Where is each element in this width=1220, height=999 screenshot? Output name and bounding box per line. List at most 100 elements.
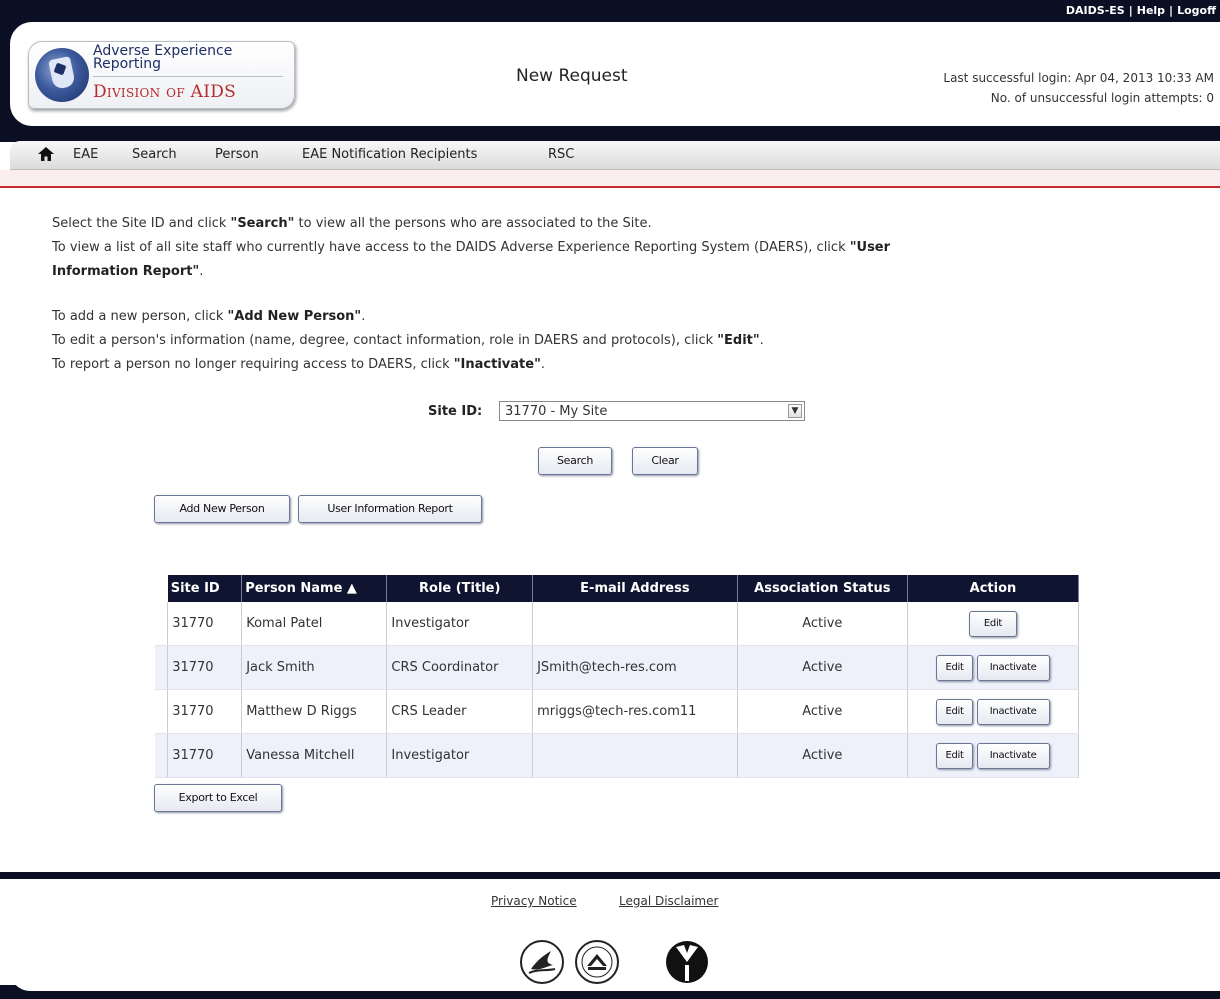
chevron-down-icon[interactable]: ▼ [788, 404, 802, 418]
cell-status: Active [737, 645, 908, 690]
daids-es-link[interactable]: DAIDS-ES [1066, 4, 1125, 17]
inactivate-button[interactable]: Inactivate [976, 654, 1050, 681]
instruction-text: . [361, 309, 366, 324]
edit-button[interactable]: Edit [936, 654, 973, 681]
page-title: New Request [516, 66, 628, 86]
cell-email [532, 733, 738, 778]
hhs-seal-icon[interactable] [519, 939, 565, 985]
instruction-edit: To edit a person's information (name, de… [52, 331, 764, 350]
separator: | [1128, 4, 1133, 17]
col-association-status[interactable]: Association Status [737, 575, 908, 602]
footer-divider [0, 872, 1220, 879]
cell-site-id: 31770 [167, 689, 243, 734]
instruction-inactivate: To report a person no longer requiring a… [52, 355, 545, 374]
instruction-keyword: "Search" [230, 216, 295, 231]
site-id-select[interactable]: 31770 - My Site ▼ [499, 401, 805, 421]
user-information-report-button[interactable]: User Information Report [298, 495, 482, 523]
instruction-text: To report a person no longer requiring a… [52, 357, 454, 372]
home-icon[interactable] [38, 147, 54, 161]
privacy-notice-link[interactable]: Privacy Notice [491, 894, 577, 908]
failed-attempts-text: No. of unsuccessful login attempts: 0 [990, 91, 1214, 105]
instruction-user-report: To view a list of all site staff who cur… [52, 238, 890, 257]
cell-email: JSmith@tech-res.com [532, 645, 738, 690]
cell-actions: Edit Inactivate [907, 733, 1080, 778]
nih-seal-icon[interactable] [574, 939, 620, 985]
table-row: 31770 Jack Smith CRS Coordinator JSmith@… [155, 645, 1080, 690]
instruction-keyword: "Add New Person" [227, 309, 362, 324]
cell-status: Active [737, 689, 908, 734]
export-to-excel-button[interactable]: Export to Excel [154, 784, 282, 812]
logo-title-line2: Reporting [93, 56, 162, 72]
nav-item-eae-notification-recipients[interactable]: EAE Notification Recipients [302, 147, 477, 162]
edit-button[interactable]: Edit [968, 610, 1018, 637]
nav-item-rsc[interactable]: RSC [548, 147, 574, 162]
cell-role: CRS Leader [386, 689, 534, 734]
instruction-text: To view a list of all site staff who cur… [52, 240, 850, 255]
cell-actions: Edit Inactivate [907, 689, 1080, 734]
clear-button[interactable]: Clear [632, 447, 698, 475]
logo-org-name: Division of AIDS [93, 82, 237, 102]
site-id-label: Site ID: [428, 404, 483, 419]
table-row: 31770 Matthew D Riggs CRS Leader mriggs@… [155, 689, 1080, 734]
cell-person-name: Komal Patel [241, 602, 388, 646]
col-role[interactable]: Role (Title) [386, 575, 534, 602]
instruction-keyword: "Edit" [717, 333, 760, 348]
instruction-search: Select the Site ID and click "Search" to… [52, 214, 652, 233]
nav-item-search[interactable]: Search [132, 147, 177, 162]
row-spacer [155, 733, 169, 778]
cell-role: Investigator [386, 602, 534, 646]
inactivate-button[interactable]: Inactivate [976, 742, 1050, 769]
row-spacer [155, 689, 169, 734]
instruction-text: . [759, 333, 764, 348]
last-login-text: Last successful login: Apr 04, 2013 10:3… [943, 71, 1214, 85]
main-nav: EAE Search Person EAE Notification Recip… [10, 141, 1220, 170]
instruction-user-report-cont: Information Report". [52, 262, 203, 281]
header-spacer [155, 575, 168, 602]
table-header-row: Site ID Person Name ▲ Role (Title) E-mai… [155, 575, 1080, 602]
col-person-name[interactable]: Person Name ▲ [241, 575, 388, 602]
table-row: 31770 Vanessa Mitchell Investigator Acti… [155, 733, 1080, 778]
logo-emblem-icon [35, 48, 89, 102]
col-site-id[interactable]: Site ID [167, 575, 243, 602]
persons-table: Site ID Person Name ▲ Role (Title) E-mai… [155, 575, 1080, 778]
cell-person-name: Matthew D Riggs [241, 689, 388, 734]
cell-role: CRS Coordinator [386, 645, 534, 690]
cell-role: Investigator [386, 733, 534, 778]
instruction-text: Select the Site ID and click [52, 216, 231, 231]
logo-divider [93, 76, 283, 77]
logoff-link[interactable]: Logoff [1177, 4, 1216, 17]
cell-email [532, 602, 738, 646]
red-divider [0, 186, 1220, 188]
search-button[interactable]: Search [538, 447, 612, 475]
cell-actions: Edit Inactivate [907, 645, 1080, 690]
instruction-keyword: "Inactivate" [453, 357, 541, 372]
cell-site-id: 31770 [167, 733, 243, 778]
instruction-text: . [540, 357, 545, 372]
nav-item-person[interactable]: Person [215, 147, 259, 162]
edit-button[interactable]: Edit [936, 698, 973, 725]
niaid-logo-icon[interactable] [664, 939, 710, 985]
instruction-text: to view all the persons who are associat… [294, 216, 652, 231]
login-info: Last successful login: Apr 04, 2013 10:3… [943, 68, 1214, 108]
edit-button[interactable]: Edit [936, 742, 973, 769]
cell-actions: Edit [907, 602, 1080, 646]
nav-underband [0, 170, 1220, 186]
separator: | [1169, 4, 1174, 17]
cell-status: Active [737, 733, 908, 778]
row-spacer [155, 602, 169, 646]
daers-logo[interactable]: Adverse Experience Reporting Division of… [28, 41, 295, 109]
cell-site-id: 31770 [167, 645, 243, 690]
inactivate-button[interactable]: Inactivate [976, 698, 1050, 725]
help-link[interactable]: Help [1137, 4, 1165, 17]
cell-person-name: Vanessa Mitchell [241, 733, 388, 778]
col-action: Action [907, 575, 1080, 602]
col-email[interactable]: E-mail Address [532, 575, 738, 602]
nav-item-eae[interactable]: EAE [73, 147, 98, 162]
add-new-person-button[interactable]: Add New Person [154, 495, 290, 523]
cell-person-name: Jack Smith [241, 645, 388, 690]
instruction-add-person: To add a new person, click "Add New Pers… [52, 307, 365, 326]
legal-disclaimer-link[interactable]: Legal Disclaimer [619, 894, 718, 908]
row-spacer [155, 645, 169, 690]
instruction-keyword: "User [849, 240, 891, 255]
site-id-value: 31770 - My Site [505, 404, 608, 419]
